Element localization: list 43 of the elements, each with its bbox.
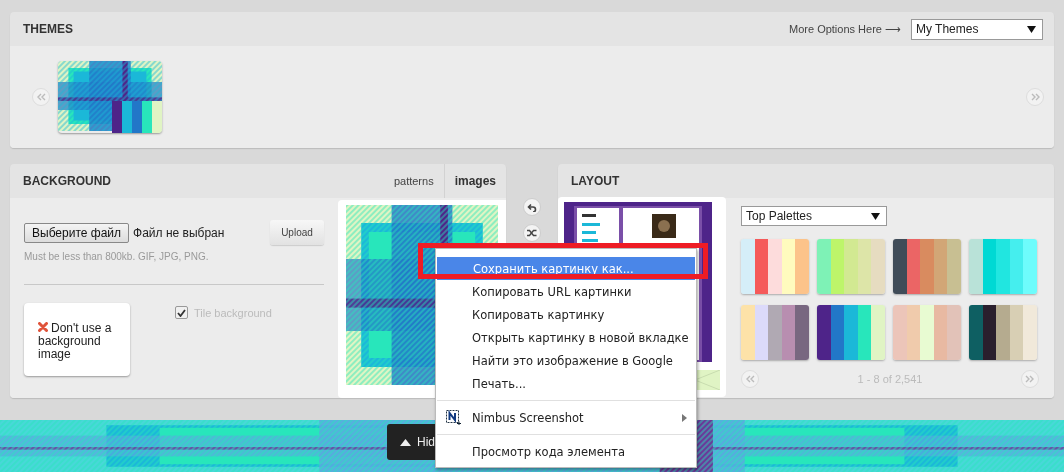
next-button[interactable] [1026,88,1044,106]
color-palette[interactable] [741,305,809,360]
hint-text: Must be less than 800kb. GIF, JPG, PNG. [24,251,210,262]
previous-button[interactable] [741,370,759,388]
next-button[interactable] [1021,370,1039,388]
color-palette[interactable] [969,305,1037,360]
color-palette[interactable] [817,239,885,294]
shuffle-icon [527,229,537,237]
dropdown[interactable]: Top Palettes [741,206,887,226]
previous-button[interactable] [32,88,50,106]
checkbox[interactable] [175,306,188,319]
double-right-chevron-icon [1029,92,1041,102]
x-icon [38,322,48,332]
no-background-button[interactable]: Don't use a background image [24,303,130,376]
file-status-text: Файл не выбран [133,225,225,240]
dropdown-arrow-icon [1027,25,1036,33]
choose-file-button[interactable]: Выберите файл [24,222,130,243]
dropdown-arrow-icon [871,212,880,220]
undo-arrow-icon [527,202,537,212]
color-palette[interactable] [893,239,961,294]
menu-item[interactable]: Печать... [436,372,696,395]
color-palette[interactable] [817,305,885,360]
menu-item[interactable]: Копировать URL картинки [436,280,696,303]
shuffle-button[interactable] [523,224,541,242]
tab[interactable]: patterns [383,164,444,198]
menu-item[interactable]: Найти это изображение в Google [436,349,696,372]
color-palette[interactable] [741,239,809,294]
color-palette[interactable] [893,305,961,360]
color-palette[interactable] [969,239,1037,294]
dropdown[interactable]: My Themes [911,18,1043,40]
triangle-up-icon [400,438,411,446]
menu-item[interactable]: Открыть картинку в новой вкладке [436,326,696,349]
menu-item[interactable]: Копировать картинку [436,303,696,326]
undo-button[interactable] [523,198,541,216]
double-left-chevron-icon [35,92,47,102]
upload-button[interactable]: Upload [270,220,324,245]
panel-title: BACKGROUND [23,174,111,188]
double-left-chevron-icon [744,374,756,384]
panel-title: THEMES [23,22,73,36]
double-right-chevron-icon [1024,374,1036,384]
more-options-label: More Options Here ⟶ [789,22,901,36]
panel-title: LAYOUT [571,174,620,188]
checkmark-icon [177,308,186,317]
